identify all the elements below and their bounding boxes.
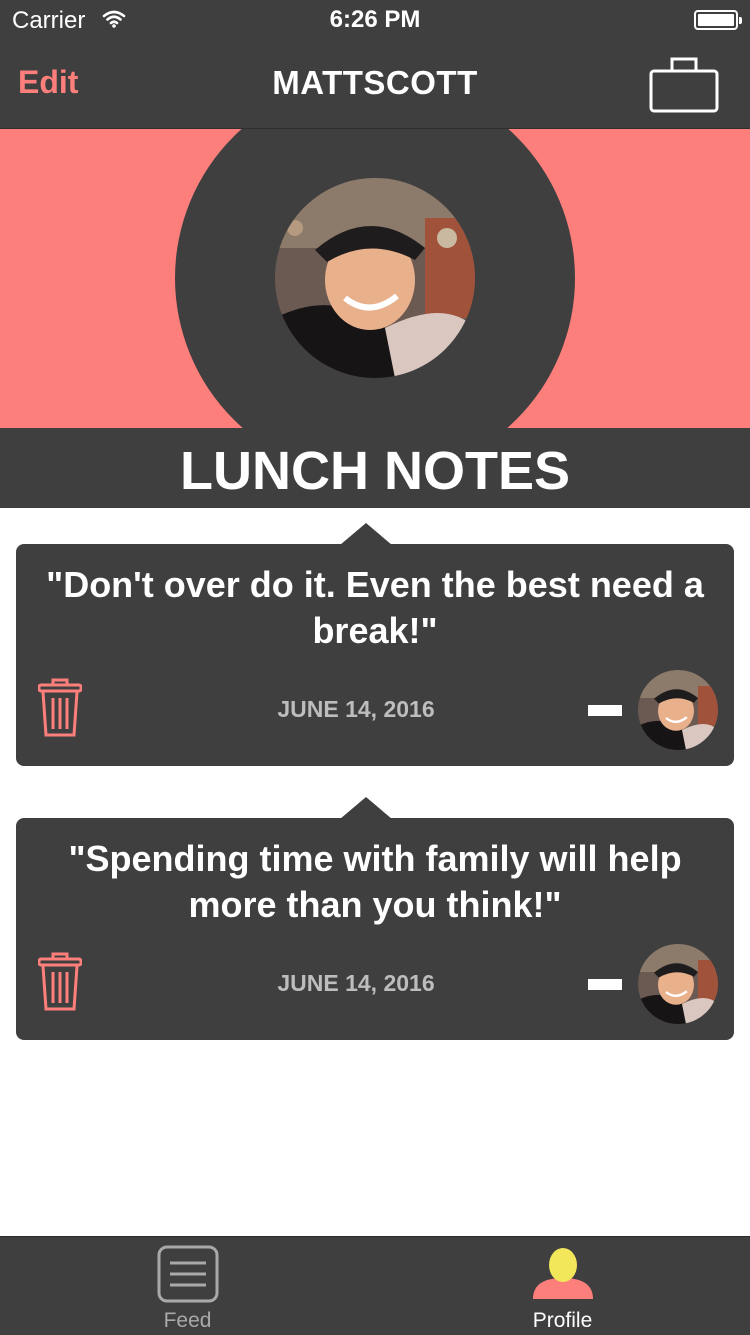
- note-date: JUNE 14, 2016: [277, 970, 435, 996]
- tab-feed[interactable]: Feed: [0, 1237, 375, 1335]
- note-author-avatar: [638, 944, 718, 1024]
- tab-profile[interactable]: Profile: [375, 1237, 750, 1335]
- tab-bar: Feed Profile: [0, 1236, 750, 1335]
- note-date: JUNE 14, 2016: [277, 696, 435, 722]
- profile-header: [0, 129, 750, 428]
- trash-icon[interactable]: [37, 952, 83, 1017]
- note-quote: "Don't over do it. Even the best need a …: [46, 564, 704, 651]
- nav-bar: Edit MATTSCOTT: [0, 40, 750, 129]
- list-icon: [0, 1245, 375, 1310]
- collapse-dash-icon[interactable]: [588, 705, 622, 716]
- status-time: 6:26 PM: [329, 6, 421, 33]
- section-header: LUNCH NOTES: [0, 428, 750, 508]
- note-quote: "Spending time with family will help mor…: [68, 838, 682, 925]
- card-pointer: [340, 523, 392, 545]
- page-title: MATTSCOTT: [272, 64, 478, 101]
- profile-avatar: [275, 178, 475, 378]
- card-pointer: [340, 797, 392, 819]
- person-icon: [375, 1245, 750, 1310]
- note-author-avatar: [638, 670, 718, 750]
- collapse-dash-icon[interactable]: [588, 979, 622, 990]
- status-bar: Carrier 6:26 PM: [0, 0, 750, 40]
- tab-feed-label: Feed: [163, 1309, 212, 1332]
- trash-icon[interactable]: [37, 678, 83, 743]
- section-title: LUNCH NOTES: [180, 441, 570, 501]
- battery-icon: [694, 10, 742, 30]
- note-card: "Don't over do it. Even the best need a …: [16, 523, 734, 766]
- note-card: "Spending time with family will help mor…: [16, 797, 734, 1040]
- tab-profile-label: Profile: [532, 1309, 593, 1332]
- briefcase-icon[interactable]: [648, 54, 720, 119]
